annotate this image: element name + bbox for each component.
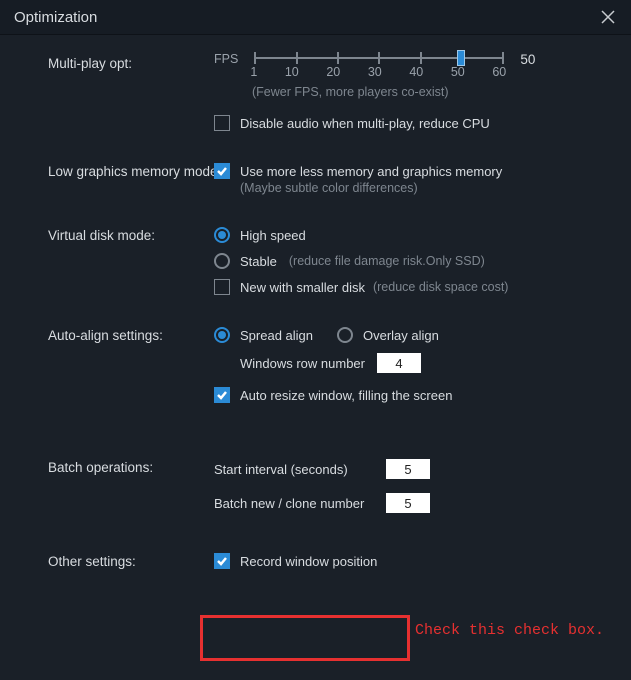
start-interval-label: Start interval (seconds) xyxy=(214,462,374,477)
section-batch: Batch operations: Start interval (second… xyxy=(48,459,603,513)
section-lowmem: Low graphics memory mode: Use more less … xyxy=(48,163,603,195)
vdisk-new-smaller-hint: (reduce disk space cost) xyxy=(373,280,508,294)
annotation-text: Check this check box. xyxy=(415,622,604,639)
vdisk-stable-hint: (reduce file damage risk.Only SSD) xyxy=(289,254,485,268)
disable-audio-label: Disable audio when multi-play, reduce CP… xyxy=(240,116,490,131)
check-icon xyxy=(216,165,228,177)
section-other: Other settings: Record window position xyxy=(48,553,603,569)
use-less-memory-label: Use more less memory and graphics memory xyxy=(240,164,502,179)
spread-align-radio[interactable] xyxy=(214,327,230,343)
other-label: Other settings: xyxy=(48,553,214,569)
disable-audio-checkbox[interactable] xyxy=(214,115,230,131)
vdisk-new-smaller-label: New with smaller disk xyxy=(240,280,365,295)
fps-slider-thumb[interactable] xyxy=(457,50,465,66)
spread-align-label: Spread align xyxy=(240,328,313,343)
title-bar: Optimization xyxy=(0,0,631,35)
check-icon xyxy=(216,555,228,567)
close-button[interactable] xyxy=(599,8,617,26)
overlay-align-label: Overlay align xyxy=(363,328,439,343)
vdisk-highspeed-label: High speed xyxy=(240,228,306,243)
auto-resize-label: Auto resize window, filling the screen xyxy=(240,388,452,403)
vdisk-highspeed-radio[interactable] xyxy=(214,227,230,243)
fps-value: 50 xyxy=(520,52,535,67)
vdisk-new-smaller-checkbox[interactable] xyxy=(214,279,230,295)
clone-number-input[interactable] xyxy=(386,493,430,513)
check-icon xyxy=(216,389,228,401)
clone-number-label: Batch new / clone number xyxy=(214,496,374,511)
annotation-box xyxy=(200,615,410,661)
record-window-position-label: Record window position xyxy=(240,554,377,569)
use-less-memory-checkbox[interactable] xyxy=(214,163,230,179)
fps-slider[interactable]: 1 10 20 30 40 50 60 xyxy=(254,55,502,79)
window-title: Optimization xyxy=(14,9,97,26)
use-less-memory-hint: (Maybe subtle color differences) xyxy=(240,181,603,195)
batch-label: Batch operations: xyxy=(48,459,214,475)
overlay-align-radio[interactable] xyxy=(337,327,353,343)
record-window-position-checkbox[interactable] xyxy=(214,553,230,569)
content-area: Multi-play opt: FPS 1 xyxy=(0,35,631,589)
vdisk-stable-label: Stable xyxy=(240,254,277,269)
start-interval-input[interactable] xyxy=(386,459,430,479)
fps-tick-labels: 1 10 20 30 40 50 60 xyxy=(250,65,506,79)
auto-resize-checkbox[interactable] xyxy=(214,387,230,403)
vdisk-stable-radio[interactable] xyxy=(214,253,230,269)
autoalign-label: Auto-align settings: xyxy=(48,327,214,343)
section-autoalign: Auto-align settings: Spread align Overla… xyxy=(48,327,603,403)
vdisk-label: Virtual disk mode: xyxy=(48,227,214,243)
section-vdisk: Virtual disk mode: High speed Stable (re… xyxy=(48,227,603,295)
rownum-input[interactable] xyxy=(377,353,421,373)
fps-caption: FPS xyxy=(214,52,238,66)
close-icon xyxy=(601,10,615,24)
multiplay-label: Multi-play opt: xyxy=(48,55,214,71)
rownum-label: Windows row number xyxy=(240,356,365,371)
lowmem-label: Low graphics memory mode: xyxy=(48,163,214,179)
section-multiplay: Multi-play opt: FPS 1 xyxy=(48,55,603,131)
fps-hint: (Fewer FPS, more players co-exist) xyxy=(252,85,603,99)
